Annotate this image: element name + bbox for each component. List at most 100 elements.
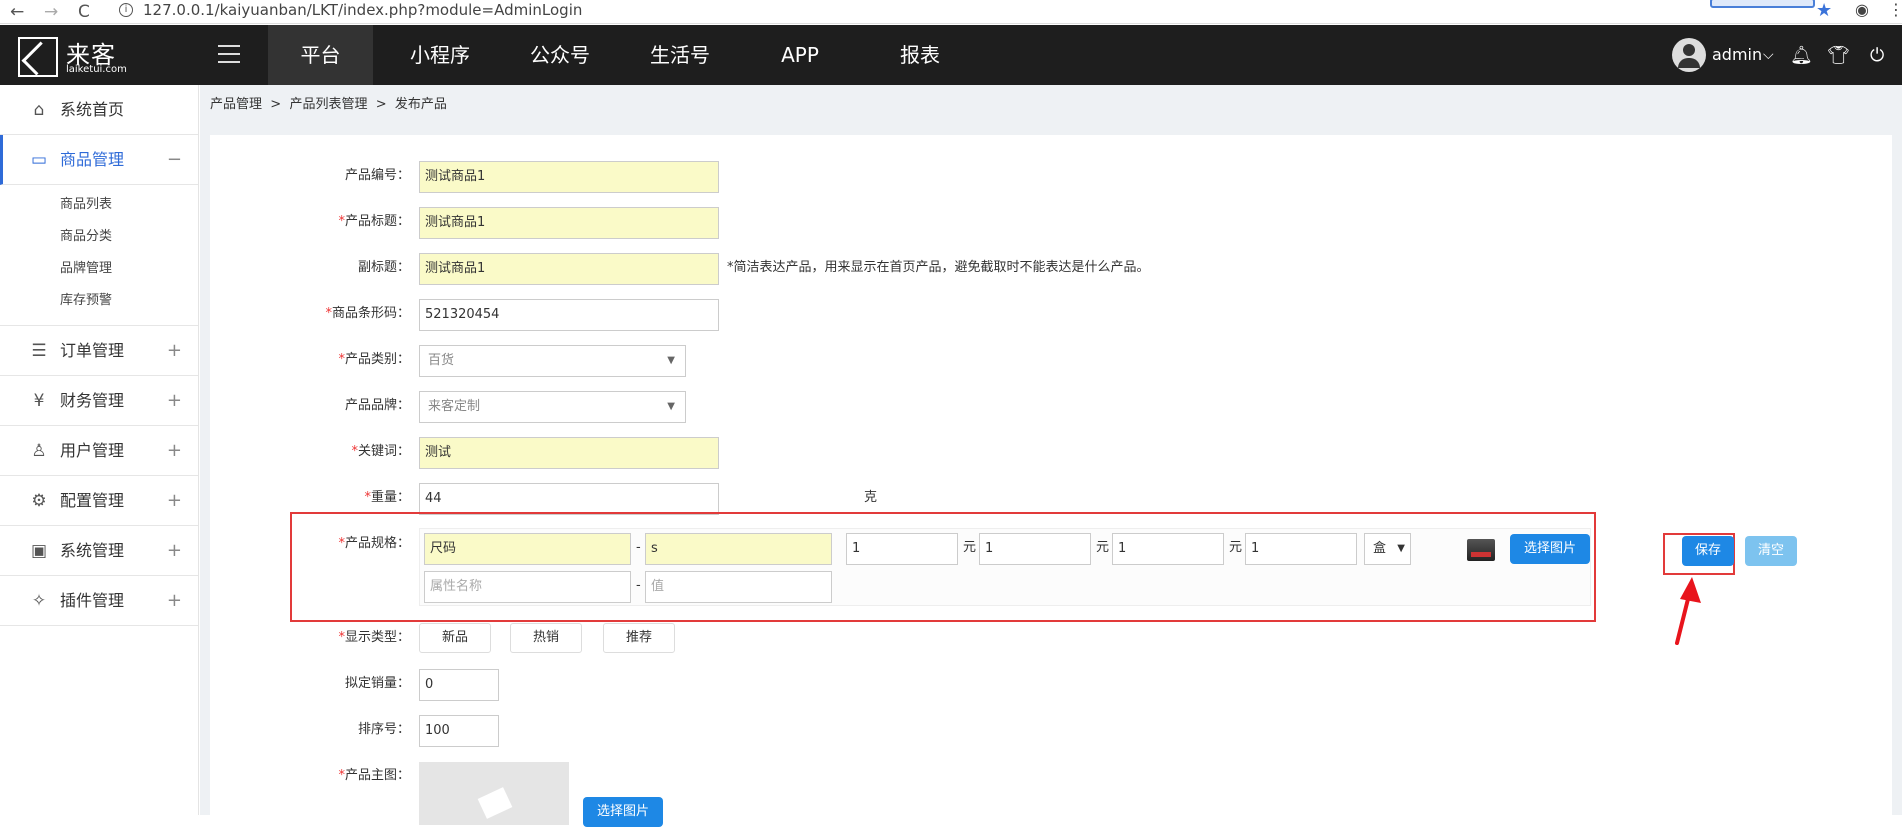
- label-sort: 排序号：: [357, 722, 410, 737]
- expand-icon[interactable]: +: [167, 326, 182, 376]
- topnav-official-account[interactable]: 公众号: [510, 25, 610, 85]
- logo-mark-icon: [18, 37, 58, 77]
- sidebar-subitem-product-category[interactable]: 商品分类: [0, 221, 198, 253]
- expand-icon[interactable]: +: [167, 576, 182, 626]
- label-brand: 产品品牌：: [344, 398, 410, 413]
- category-select[interactable]: 百货 ▼: [419, 345, 686, 377]
- extension-icon[interactable]: [1710, 0, 1815, 8]
- breadcrumb-separator: >: [270, 97, 282, 112]
- sidebar-item-system[interactable]: ▣ 系统管理 +: [0, 526, 198, 576]
- label-weight: *重量：: [364, 490, 410, 505]
- sidebar-subitem-stock-alert[interactable]: 库存预警: [0, 285, 198, 317]
- main-image-choose-button[interactable]: 选择图片: [583, 797, 663, 827]
- keyword-input[interactable]: 测试: [419, 437, 719, 469]
- weight-input[interactable]: 44: [419, 483, 719, 515]
- yen-icon: ¥: [33, 391, 45, 411]
- spec-unit-select[interactable]: 盒 ▼: [1364, 533, 1411, 565]
- user-icon: ♙: [31, 441, 47, 461]
- sidebar-item-label: 系统首页: [60, 100, 125, 119]
- collapse-icon[interactable]: −: [167, 135, 182, 185]
- sort-input[interactable]: 100: [419, 715, 499, 747]
- planned-sales-input[interactable]: 0: [419, 669, 499, 701]
- red-arrow-annotation: [1675, 577, 1701, 645]
- spec-attr-value-input-2[interactable]: 值: [645, 571, 832, 603]
- spec-attr-value-input[interactable]: s: [645, 533, 832, 565]
- forward-icon[interactable]: →: [44, 2, 58, 22]
- topnav-app[interactable]: APP: [750, 25, 850, 85]
- clipboard-icon: ☰: [31, 341, 47, 361]
- spec-price-input-1[interactable]: 1: [846, 533, 958, 565]
- bookmark-star-icon[interactable]: ★: [1816, 0, 1832, 21]
- weight-unit: 克: [864, 490, 878, 505]
- subtitle-hint: *简洁表达产品，用来显示在首页产品，避免截取时不能表达是什么产品。: [727, 260, 1150, 275]
- save-button[interactable]: 保存: [1682, 536, 1734, 566]
- sidebar-item-label: 订单管理: [60, 341, 125, 360]
- logo: 来客 laiketui.com: [18, 33, 128, 77]
- power-icon[interactable]: ⏻: [1870, 45, 1884, 66]
- label-display-type: *显示类型：: [338, 630, 410, 645]
- display-type-recommend[interactable]: 推荐: [603, 623, 675, 653]
- main-content: 产品管理 > 产品列表管理 > 发布产品 产品编号： 测试商品1 *产品标题： …: [200, 85, 1902, 827]
- info-icon[interactable]: i: [119, 3, 133, 17]
- main-image-placeholder: [419, 762, 569, 825]
- expand-icon[interactable]: +: [167, 476, 182, 526]
- account-icon[interactable]: ◉: [1855, 0, 1869, 19]
- spec-price-input-3[interactable]: 1: [1112, 533, 1224, 565]
- brand-select[interactable]: 来客定制 ▼: [419, 391, 686, 423]
- sidebar-item-products[interactable]: ▭ 商品管理 −: [0, 135, 198, 185]
- choose-image-button[interactable]: 选择图片: [1510, 534, 1590, 564]
- sidebar-item-label: 商品管理: [60, 150, 125, 169]
- spec-dash: -: [636, 578, 641, 593]
- barcode-input[interactable]: 521320454: [419, 299, 719, 331]
- display-type-hot[interactable]: 热销: [510, 623, 582, 653]
- subtitle-input[interactable]: 测试商品1: [419, 253, 719, 285]
- label-keyword: *关键词：: [351, 444, 410, 459]
- currency-label: 元: [963, 540, 977, 555]
- label-product-code: 产品编号：: [344, 168, 410, 183]
- spec-attr-name-input[interactable]: 尺码: [424, 533, 631, 565]
- sidebar-item-config[interactable]: ⚙ 配置管理 +: [0, 476, 198, 526]
- sidebar-submenu: 商品列表 商品分类 品牌管理 库存预警: [0, 185, 198, 326]
- expand-icon[interactable]: +: [167, 376, 182, 426]
- topnav-life-account[interactable]: 生活号: [630, 25, 730, 85]
- sidebar-item-orders[interactable]: ☰ 订单管理 +: [0, 326, 198, 376]
- top-header: 来客 laiketui.com 平台 小程序 公众号 生活号 APP 报表 ad…: [0, 25, 1902, 85]
- sidebar-item-label: 财务管理: [60, 391, 125, 410]
- reload-icon[interactable]: C: [78, 2, 90, 22]
- currency-label: 元: [1096, 540, 1110, 555]
- expand-icon[interactable]: +: [167, 526, 182, 576]
- sidebar-item-users[interactable]: ♙ 用户管理 +: [0, 426, 198, 476]
- sidebar-item-finance[interactable]: ¥ 财务管理 +: [0, 376, 198, 426]
- sidebar-item-label: 插件管理: [60, 591, 125, 610]
- label-barcode: *商品条形码：: [325, 306, 410, 321]
- briefcase-icon: ▭: [30, 150, 48, 170]
- spec-dash: -: [636, 540, 641, 555]
- shirt-icon[interactable]: 👕︎: [1827, 45, 1850, 66]
- spec-attr-name-input-2[interactable]: 属性名称: [424, 571, 631, 603]
- hamburger-menu-icon[interactable]: [218, 45, 240, 63]
- display-type-new[interactable]: 新品: [419, 623, 491, 653]
- more-menu-icon[interactable]: ⋮: [1888, 0, 1902, 19]
- sidebar-item-home[interactable]: ⌂ 系统首页: [0, 85, 198, 135]
- bell-icon[interactable]: 🔔︎: [1790, 45, 1813, 66]
- spec-price-input-4[interactable]: 1: [1245, 533, 1357, 565]
- config-icon: ⚙: [31, 491, 47, 511]
- product-title-input[interactable]: 测试商品1: [419, 207, 719, 239]
- breadcrumb-item[interactable]: 产品管理: [210, 97, 262, 112]
- product-code-input[interactable]: 测试商品1: [419, 161, 719, 193]
- back-icon[interactable]: ←: [10, 2, 24, 22]
- expand-icon[interactable]: +: [167, 426, 182, 476]
- puzzle-icon: ✧: [31, 591, 47, 611]
- topnav-report[interactable]: 报表: [870, 25, 970, 85]
- breadcrumb-item[interactable]: 产品列表管理: [289, 97, 367, 112]
- clear-button[interactable]: 清空: [1745, 536, 1797, 566]
- currency-label: 元: [1229, 540, 1243, 555]
- sidebar-subitem-product-list[interactable]: 商品列表: [0, 189, 198, 221]
- image-placeholder-icon: [477, 787, 513, 819]
- sidebar-subitem-brand[interactable]: 品牌管理: [0, 253, 198, 285]
- sidebar-item-plugins[interactable]: ✧ 插件管理 +: [0, 576, 198, 626]
- spec-price-input-2[interactable]: 1: [979, 533, 1091, 565]
- topnav-platform[interactable]: 平台: [268, 25, 373, 85]
- address-bar[interactable]: 127.0.0.1/kaiyuanban/LKT/index.php?modul…: [143, 1, 582, 19]
- topnav-miniprogram[interactable]: 小程序: [390, 25, 490, 85]
